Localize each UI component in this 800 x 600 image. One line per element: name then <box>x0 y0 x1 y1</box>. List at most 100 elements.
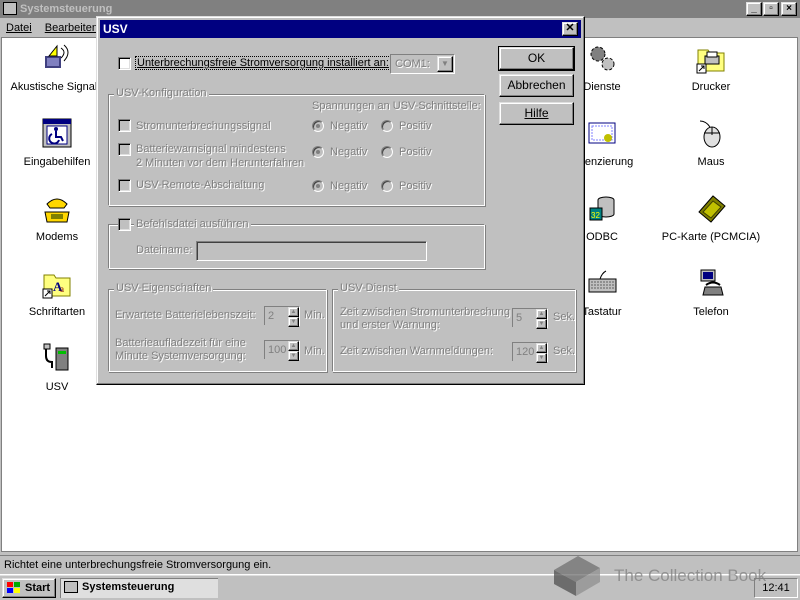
stepper-value: 100 <box>265 341 290 361</box>
file-name-label: Dateiname: <box>136 244 193 256</box>
modem-icon <box>44 198 70 223</box>
cancel-button[interactable]: Abbrechen <box>499 74 574 97</box>
unit-label: Min. <box>304 309 325 321</box>
watermark: The Collection Book <box>550 550 800 600</box>
recharge-label-1: Batterieaufladezeit für eine <box>115 337 246 349</box>
low-battery-negative-radio[interactable] <box>312 146 324 158</box>
close-button[interactable]: × <box>781 2 797 16</box>
low-battery-checkbox[interactable] <box>118 143 131 156</box>
radio-label: Positiv <box>399 180 432 192</box>
menu-datei[interactable]: Datei <box>6 22 32 34</box>
power-failure-checkbox[interactable] <box>118 119 131 132</box>
icon-maus[interactable]: Maus <box>656 117 766 168</box>
accessibility-icon <box>42 118 72 148</box>
ups-service-group-label: USV-Dienst <box>338 282 399 294</box>
stepper-up-icon[interactable]: ▲ <box>536 309 547 319</box>
services-gears-icon <box>590 46 615 71</box>
stepper-value: 2 <box>265 307 290 327</box>
minimize-button[interactable]: _ <box>746 2 762 16</box>
dialog-title-bar[interactable]: USV ✕ <box>100 20 581 38</box>
speaker-icon <box>45 44 69 68</box>
odbc-database-icon: 32 <box>589 196 615 221</box>
ok-button[interactable]: OK <box>498 46 575 71</box>
control-panel-icon <box>64 581 78 593</box>
keyboard-icon <box>588 270 617 293</box>
ups-config-group-label: USV-Konfiguration <box>114 87 209 99</box>
ups-installed-checkbox[interactable] <box>118 57 131 70</box>
first-warning-label-1: Zeit zwischen Stromunterbrechung <box>340 306 510 318</box>
stepper-down-icon[interactable]: ▼ <box>536 353 547 363</box>
low-battery-label-2: 2 Minuten vor dem Herunterfahren <box>136 157 305 169</box>
pc-card-icon <box>698 195 726 223</box>
port-value: COM1: <box>395 58 430 70</box>
ups-installed-label: Unterbrechungsfreie Stromversorgung inst… <box>135 56 391 70</box>
icon-telefon[interactable]: Telefon <box>656 267 766 318</box>
dialog-title: USV <box>103 22 128 36</box>
window-title: Systemsteuerung <box>20 3 113 15</box>
help-button[interactable]: Hilfe <box>499 102 574 125</box>
stepper-down-icon[interactable]: ▼ <box>288 351 299 361</box>
icon-drucker[interactable]: Drucker <box>656 42 766 93</box>
start-button[interactable]: Start <box>2 578 56 598</box>
maximize-button[interactable]: ▫ <box>763 2 779 16</box>
low-battery-label: Batteriewarnsignal mindestens <box>136 143 286 155</box>
battery-life-stepper[interactable]: 2 ▲ ▼ <box>264 306 300 327</box>
stepper-up-icon[interactable]: ▲ <box>536 343 547 353</box>
stepper-up-icon[interactable]: ▲ <box>288 307 299 317</box>
stepper-value: 5 <box>513 309 538 329</box>
ups-dialog: USV ✕ Unterbrechungsfreie Stromversorgun… <box>96 16 585 385</box>
stepper-down-icon[interactable]: ▼ <box>536 319 547 329</box>
windows-logo-icon <box>7 582 20 593</box>
ups-properties-group-label: USV-Eigenschaften <box>114 282 214 294</box>
remote-shutdown-label: USV-Remote-Abschaltung <box>136 179 265 191</box>
stepper-up-icon[interactable]: ▲ <box>288 341 299 351</box>
radio-label: Positiv <box>399 120 432 132</box>
printers-folder-icon <box>696 49 725 74</box>
power-failure-negative-radio[interactable] <box>312 120 324 132</box>
svg-text:a: a <box>60 284 64 294</box>
low-battery-positive-radio[interactable] <box>381 146 393 158</box>
taskbar-item-label: Systemsteuerung <box>82 581 175 593</box>
menu-bearbeiten[interactable]: Bearbeiten <box>45 22 98 34</box>
port-select[interactable]: COM1: ▼ <box>390 54 455 74</box>
dialog-close-button[interactable]: ✕ <box>562 22 578 36</box>
power-failure-label: Stromunterbrechungssignal <box>136 120 271 132</box>
first-warning-stepper[interactable]: 5 ▲ ▼ <box>512 308 548 329</box>
unit-label: Sek. <box>553 311 576 323</box>
chevron-down-icon[interactable]: ▼ <box>437 56 453 72</box>
command-file-checkbox[interactable] <box>118 218 131 231</box>
power-failure-positive-radio[interactable] <box>381 120 393 132</box>
icon-pc-karte[interactable]: PC-Karte (PCMCIA) <box>656 192 766 243</box>
unit-label: Min. <box>304 345 325 357</box>
radio-label: Negativ <box>330 146 368 158</box>
ups-icon <box>43 343 69 371</box>
svg-text:32: 32 <box>591 211 600 220</box>
taskbar-item-systemsteuerung[interactable]: Systemsteuerung <box>60 578 218 598</box>
interval-stepper[interactable]: 120 ▲ ▼ <box>512 342 548 363</box>
stepper-down-icon[interactable]: ▼ <box>288 317 299 327</box>
recharge-stepper[interactable]: 100 ▲ ▼ <box>264 340 300 361</box>
fonts-folder-icon: Aa <box>42 274 71 299</box>
recharge-label-2: Minute Systemversorgung: <box>115 350 246 362</box>
book-logo-icon <box>554 556 600 596</box>
file-name-input[interactable] <box>196 241 427 261</box>
license-certificate-icon <box>588 122 616 144</box>
icon-label: Telefon <box>693 306 729 318</box>
command-file-label: Befehlsdatei ausführen <box>134 218 251 230</box>
stepper-value: 120 <box>513 343 538 363</box>
icon-label: Drucker <box>691 81 731 93</box>
unit-label: Sek. <box>553 345 576 357</box>
voltage-header: Spannungen an USV-Schnittstelle: <box>312 100 481 112</box>
remote-shutdown-positive-radio[interactable] <box>381 180 393 192</box>
mouse-icon <box>699 120 721 148</box>
remote-shutdown-checkbox[interactable] <box>118 179 131 192</box>
icon-label: PC-Karte (PCMCIA) <box>661 231 761 243</box>
battery-life-label: Erwartete Batterielebenszeit: <box>115 309 256 321</box>
first-warning-label-2: und erster Warnung: <box>340 319 440 331</box>
watermark-text: The Collection Book <box>614 566 767 585</box>
remote-shutdown-negative-radio[interactable] <box>312 180 324 192</box>
icon-label: Maus <box>697 156 725 168</box>
radio-label: Positiv <box>399 146 432 158</box>
radio-label: Negativ <box>330 120 368 132</box>
start-label: Start <box>25 582 51 594</box>
